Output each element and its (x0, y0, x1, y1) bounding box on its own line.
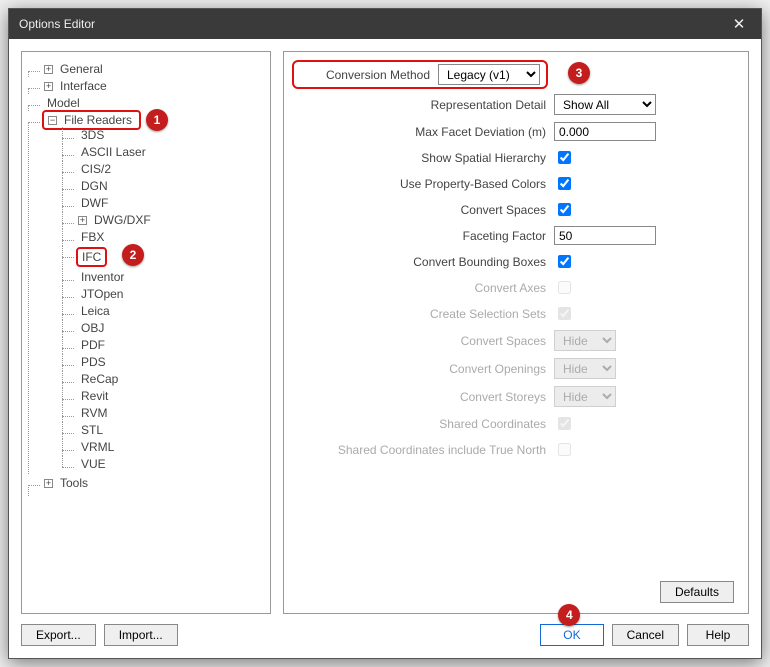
use-property-colors-check[interactable] (558, 177, 571, 190)
convert-openings-label: Convert Openings (298, 362, 546, 376)
import-button[interactable]: Import... (104, 624, 178, 646)
tree-node-dwgdxf[interactable]: +DWG/DXF (62, 212, 266, 229)
tree-node-leica[interactable]: Leica (62, 303, 266, 320)
help-button[interactable]: Help (687, 624, 749, 646)
window-title: Options Editor (19, 17, 727, 31)
annotation-badge-4: 4 (558, 604, 580, 626)
max-facet-deviation-label: Max Facet Deviation (m) (298, 125, 546, 139)
expand-icon[interactable]: + (44, 82, 53, 91)
ok-button[interactable]: OK (540, 624, 603, 646)
options-form: Conversion Method Legacy (v1) 3 Represen… (283, 51, 749, 614)
expand-icon[interactable]: + (44, 479, 53, 488)
show-spatial-hierarchy-label: Show Spatial Hierarchy (298, 151, 546, 165)
representation-detail-select[interactable]: Show All (554, 94, 656, 115)
export-button[interactable]: Export... (21, 624, 96, 646)
annotation-badge-3: 3 (568, 62, 590, 84)
shared-coordinates-tn-check (558, 443, 571, 456)
tree-node-file-readers[interactable]: −File Readers 1 3DS ASCII Laser CIS/2 DG… (28, 111, 266, 474)
tree-node-ascii-laser[interactable]: ASCII Laser (62, 144, 266, 161)
tree-node-recap[interactable]: ReCap (62, 371, 266, 388)
close-icon[interactable]: ✕ (727, 15, 751, 33)
tree-node-3ds[interactable]: 3DS (62, 127, 266, 144)
tree-node-ifc[interactable]: IFC 2 (62, 246, 266, 269)
tree-node-stl[interactable]: STL (62, 422, 266, 439)
options-tree[interactable]: +General +Interface Model −File Readers … (21, 51, 271, 614)
convert-bounding-boxes-label: Convert Bounding Boxes (298, 255, 546, 269)
tree-node-pdf[interactable]: PDF (62, 337, 266, 354)
annotation-badge-2: 2 (122, 244, 144, 266)
tree-node-fbx[interactable]: FBX (62, 229, 266, 246)
faceting-factor-input[interactable] (554, 226, 656, 245)
tree-node-jtopen[interactable]: JTOpen (62, 286, 266, 303)
cancel-button[interactable]: Cancel (612, 624, 679, 646)
shared-coordinates-label: Shared Coordinates (298, 417, 546, 431)
create-selection-sets-check (558, 307, 571, 320)
tree-node-rvm[interactable]: RVM (62, 405, 266, 422)
convert-axes-label: Convert Axes (298, 281, 546, 295)
convert-spaces2-label: Convert Spaces (298, 334, 546, 348)
tree-node-dgn[interactable]: DGN (62, 178, 266, 195)
convert-bounding-boxes-check[interactable] (558, 255, 571, 268)
tree-node-general[interactable]: +General (28, 60, 266, 77)
convert-storeys-label: Convert Storeys (298, 390, 546, 404)
representation-detail-label: Representation Detail (298, 98, 546, 112)
expand-icon[interactable]: + (44, 65, 53, 74)
show-spatial-hierarchy-check[interactable] (558, 151, 571, 164)
collapse-icon[interactable]: − (48, 116, 57, 125)
convert-storeys-select: Hide (554, 386, 616, 407)
shared-coordinates-check (558, 417, 571, 430)
use-property-colors-label: Use Property-Based Colors (298, 177, 546, 191)
convert-openings-select: Hide (554, 358, 616, 379)
tree-node-vrml[interactable]: VRML (62, 439, 266, 456)
defaults-button[interactable]: Defaults (660, 581, 734, 603)
annotation-badge-1: 1 (146, 109, 168, 131)
tree-node-cis2[interactable]: CIS/2 (62, 161, 266, 178)
max-facet-deviation-input[interactable] (554, 122, 656, 141)
tree-node-inventor[interactable]: Inventor (62, 269, 266, 286)
tree-node-revit[interactable]: Revit (62, 388, 266, 405)
tree-node-model[interactable]: Model (28, 94, 266, 111)
conversion-method-select[interactable]: Legacy (v1) (438, 64, 540, 85)
convert-axes-check (558, 281, 571, 294)
convert-spaces-check[interactable] (558, 203, 571, 216)
tree-node-obj[interactable]: OBJ (62, 320, 266, 337)
tree-node-dwf[interactable]: DWF (62, 195, 266, 212)
shared-coordinates-tn-label: Shared Coordinates include True North (298, 443, 546, 457)
faceting-factor-label: Faceting Factor (298, 229, 546, 243)
create-selection-sets-label: Create Selection Sets (298, 307, 546, 321)
tree-node-interface[interactable]: +Interface (28, 77, 266, 94)
convert-spaces-label: Convert Spaces (298, 203, 546, 217)
tree-node-tools[interactable]: +Tools (28, 474, 266, 491)
titlebar: Options Editor ✕ (9, 9, 761, 39)
options-editor-window: Options Editor ✕ +General +Interface Mod… (8, 8, 762, 659)
tree-node-vue[interactable]: VUE (62, 456, 266, 473)
expand-icon[interactable]: + (78, 216, 87, 225)
conversion-method-label: Conversion Method (300, 68, 430, 82)
tree-node-pds[interactable]: PDS (62, 354, 266, 371)
convert-spaces2-select: Hide (554, 330, 616, 351)
